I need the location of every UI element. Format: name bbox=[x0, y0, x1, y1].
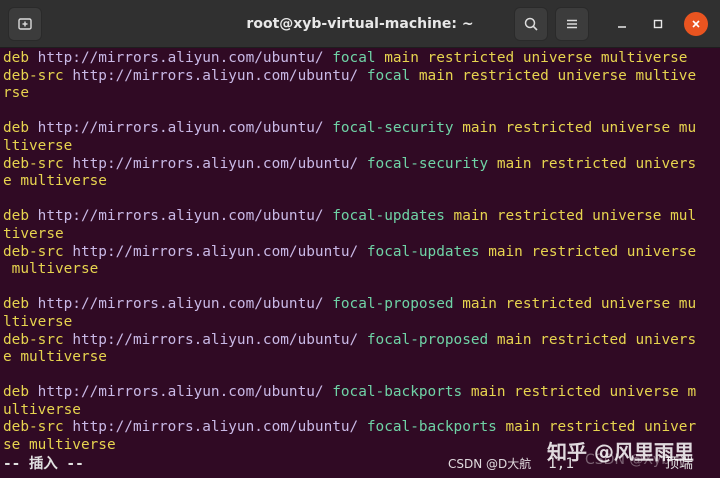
terminal-text-segment: deb-src bbox=[3, 331, 73, 348]
terminal-text-segment: http://mirrors.aliyun.com/ubuntu/ bbox=[37, 208, 333, 225]
terminal-text-segment: http://mirrors.aliyun.com/ubuntu/ bbox=[72, 331, 367, 348]
terminal-text-segment: ltiverse bbox=[3, 137, 73, 154]
terminal-text-segment: main restricted univers bbox=[496, 155, 697, 172]
terminal-line: e multiverse bbox=[3, 349, 720, 367]
terminal-text-segment: deb bbox=[3, 120, 38, 137]
terminal-text-segment: http://mirrors.aliyun.com/ubuntu/ bbox=[72, 155, 367, 172]
terminal-line: deb-src http://mirrors.aliyun.com/ubuntu… bbox=[3, 244, 720, 262]
terminal-text-segment: deb bbox=[3, 296, 38, 313]
terminal-text-segment: main restricted universe multiverse bbox=[384, 50, 688, 66]
search-button[interactable] bbox=[514, 7, 548, 41]
terminal-text-segment: focal-security bbox=[366, 155, 497, 172]
terminal-line: deb http://mirrors.aliyun.com/ubuntu/ fo… bbox=[3, 208, 720, 226]
terminal-line: deb http://mirrors.aliyun.com/ubuntu/ fo… bbox=[3, 50, 720, 68]
terminal-text-segment: deb bbox=[3, 384, 38, 401]
terminal-line: deb-src http://mirrors.aliyun.com/ubuntu… bbox=[3, 419, 720, 437]
terminal-text-segment: http://mirrors.aliyun.com/ubuntu/ bbox=[72, 67, 367, 84]
terminal-text-segment: deb-src bbox=[3, 155, 73, 172]
title-bar: root@xyb-virtual-machine: ~ bbox=[0, 0, 720, 48]
terminal-line: ultiverse bbox=[3, 402, 720, 420]
vim-mode-indicator: -- 插入 -- bbox=[3, 456, 84, 472]
terminal-line: ltiverse bbox=[3, 138, 720, 156]
terminal-text-segment: deb-src bbox=[3, 419, 73, 436]
terminal-line: deb-src http://mirrors.aliyun.com/ubuntu… bbox=[3, 156, 720, 174]
terminal-text-segment: focal-proposed bbox=[332, 296, 463, 313]
terminal-text-segment: focal bbox=[366, 67, 419, 84]
terminal-line: deb-src http://mirrors.aliyun.com/ubuntu… bbox=[3, 68, 720, 86]
terminal-text-segment: main restricted universe mul bbox=[453, 208, 697, 225]
terminal-window: root@xyb-virtual-machine: ~ deb http://m… bbox=[0, 0, 720, 478]
menu-button[interactable] bbox=[555, 7, 589, 41]
terminal-text-segment: focal-backports bbox=[332, 384, 471, 401]
terminal-text-segment: tiverse bbox=[3, 225, 64, 242]
terminal-text-segment: focal-proposed bbox=[366, 331, 497, 348]
terminal-text-segment: main restricted universe mu bbox=[462, 296, 697, 313]
minimize-icon bbox=[618, 26, 626, 28]
terminal-text-segment: main restricted univer bbox=[505, 419, 697, 436]
terminal-text-segment: http://mirrors.aliyun.com/ubuntu/ bbox=[72, 243, 367, 260]
terminal-text-segment: http://mirrors.aliyun.com/ubuntu/ bbox=[37, 50, 333, 66]
terminal-text-segment: focal-backports bbox=[366, 419, 506, 436]
terminal-text-segment: deb bbox=[3, 208, 38, 225]
csdn-watermark: CSDN @D大航 bbox=[448, 457, 532, 471]
terminal-text-segment: multiverse bbox=[3, 261, 99, 278]
minimize-button[interactable] bbox=[610, 12, 634, 36]
terminal-text-segment: main restricted universe multive bbox=[418, 67, 697, 84]
terminal-text-segment: focal-updates bbox=[366, 243, 489, 260]
terminal-text-segment: http://mirrors.aliyun.com/ubuntu/ bbox=[72, 419, 367, 436]
zhihu-watermark: 知乎 @风里雨里 bbox=[547, 440, 694, 464]
terminal-text-segment: main restricted universe m bbox=[470, 384, 697, 401]
search-icon bbox=[524, 17, 538, 31]
terminal-text-segment: focal bbox=[332, 50, 385, 66]
terminal-text-segment: main restricted universe bbox=[488, 243, 697, 260]
terminal-output[interactable]: deb http://mirrors.aliyun.com/ubuntu/ fo… bbox=[0, 48, 720, 478]
terminal-line: ltiverse bbox=[3, 314, 720, 332]
terminal-line: tiverse bbox=[3, 226, 720, 244]
close-icon bbox=[692, 20, 700, 28]
maximize-icon bbox=[653, 19, 663, 29]
maximize-button[interactable] bbox=[646, 12, 670, 36]
terminal-text-segment: deb bbox=[3, 50, 38, 66]
hamburger-menu-icon bbox=[567, 19, 577, 29]
terminal-line: rse bbox=[3, 85, 720, 103]
terminal-text-segment: main restricted univers bbox=[496, 331, 697, 348]
terminal-text-segment: se multiverse bbox=[3, 437, 116, 454]
terminal-text-segment: rse bbox=[3, 85, 29, 102]
terminal-text-segment: main restricted universe mu bbox=[462, 120, 697, 137]
terminal-line: multiverse bbox=[3, 261, 720, 279]
terminal-text-segment: http://mirrors.aliyun.com/ubuntu/ bbox=[37, 384, 333, 401]
terminal-text-segment: http://mirrors.aliyun.com/ubuntu/ bbox=[37, 296, 333, 313]
terminal-text-segment: ultiverse bbox=[3, 401, 81, 418]
terminal-line: deb http://mirrors.aliyun.com/ubuntu/ fo… bbox=[3, 296, 720, 314]
terminal-text-segment: http://mirrors.aliyun.com/ubuntu/ bbox=[37, 120, 333, 137]
terminal-line: deb-src http://mirrors.aliyun.com/ubuntu… bbox=[3, 332, 720, 350]
terminal-text-segment: deb-src bbox=[3, 67, 73, 84]
terminal-text-segment: deb-src bbox=[3, 243, 73, 260]
terminal-text-segment: ltiverse bbox=[3, 313, 73, 330]
terminal-line: deb http://mirrors.aliyun.com/ubuntu/ fo… bbox=[3, 384, 720, 402]
terminal-text-segment: e multiverse bbox=[3, 173, 107, 190]
close-button[interactable] bbox=[684, 12, 708, 36]
terminal-text-segment: focal-security bbox=[332, 120, 463, 137]
terminal-line: deb http://mirrors.aliyun.com/ubuntu/ fo… bbox=[3, 120, 720, 138]
terminal-text-segment: focal-updates bbox=[332, 208, 454, 225]
terminal-line: e multiverse bbox=[3, 173, 720, 191]
terminal-text-segment: e multiverse bbox=[3, 349, 107, 366]
